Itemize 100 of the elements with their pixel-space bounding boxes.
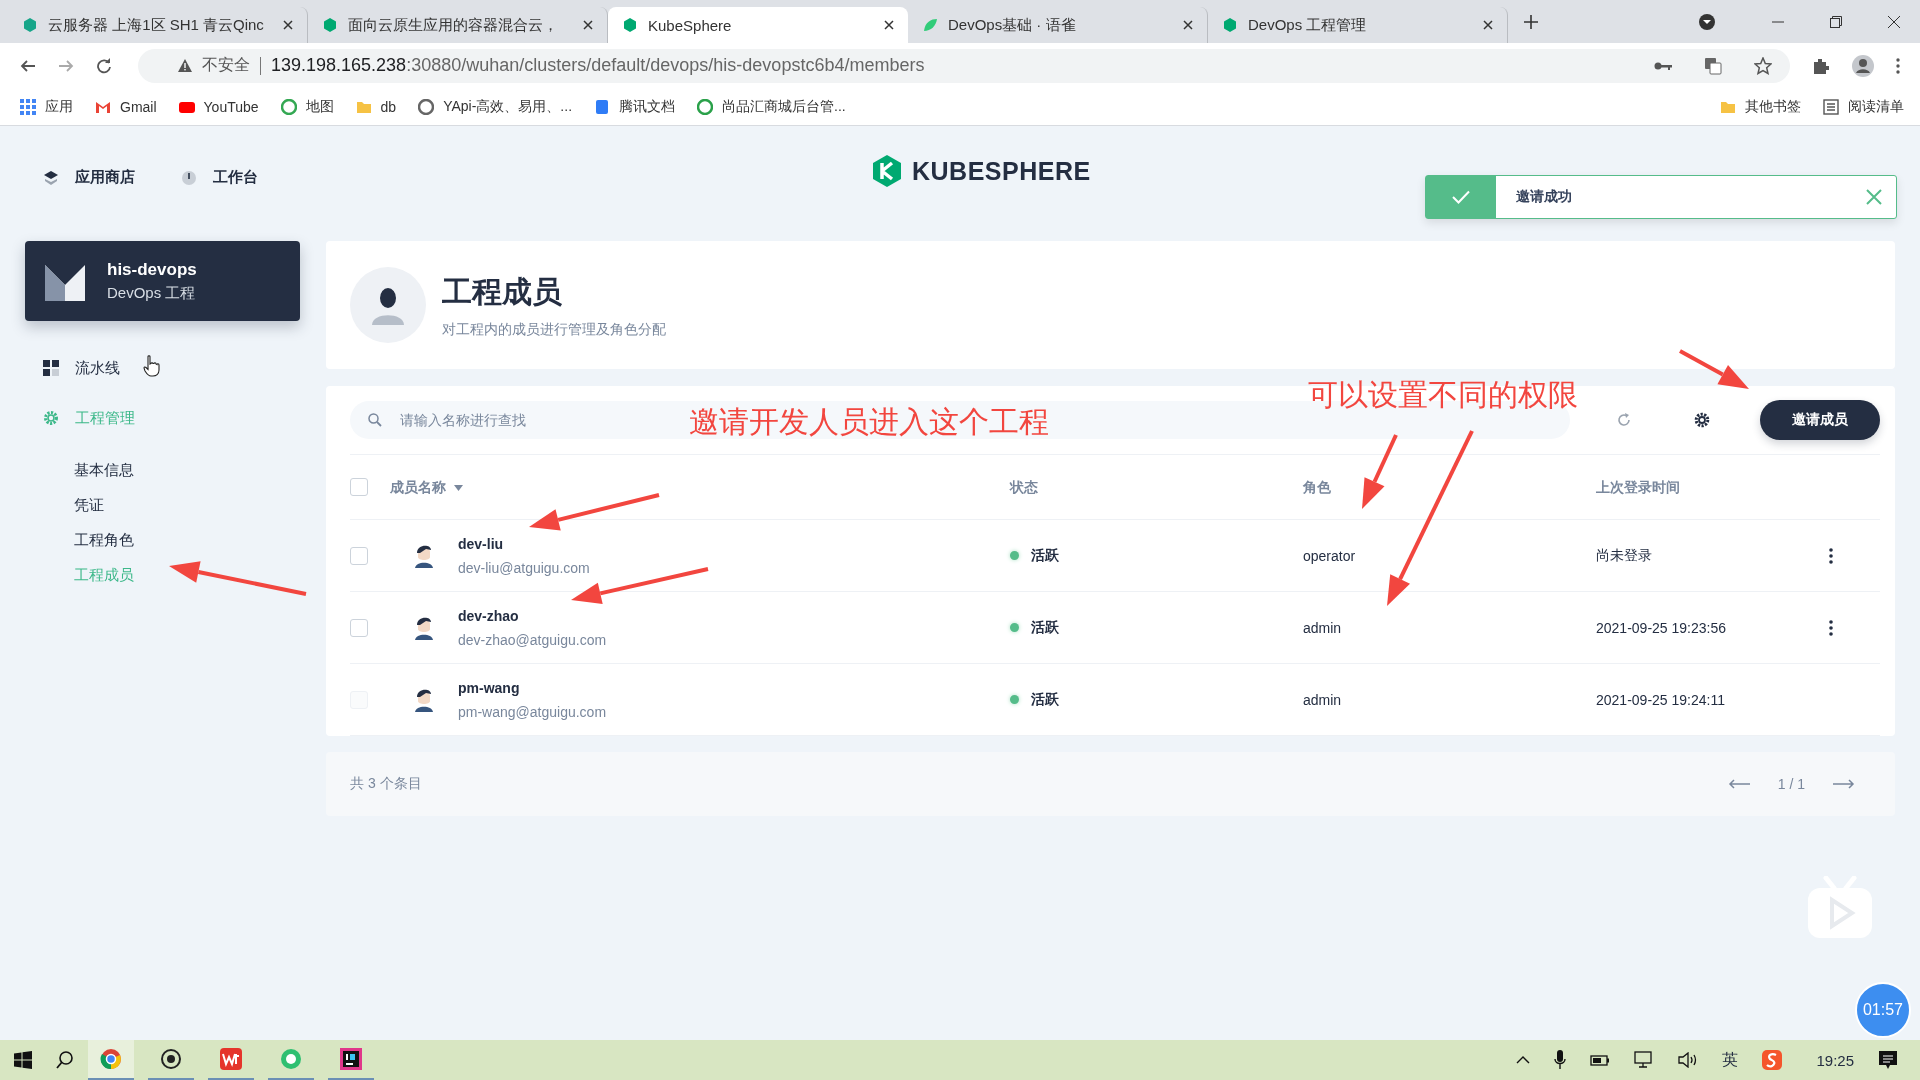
warning-icon xyxy=(178,59,192,72)
arrow-right-icon[interactable] xyxy=(1833,779,1855,789)
hexagon-icon xyxy=(322,17,338,33)
profile-icon[interactable] xyxy=(1852,54,1874,77)
bookmark[interactable]: db xyxy=(355,98,397,115)
hexagon-icon xyxy=(870,154,904,188)
clock[interactable]: 19:25 xyxy=(1816,1051,1854,1069)
checkbox[interactable] xyxy=(350,618,368,637)
notification-icon[interactable] xyxy=(1878,1050,1898,1070)
microphone-icon[interactable] xyxy=(1554,1050,1567,1070)
sidebar-subitem[interactable]: 凭证 xyxy=(25,488,300,523)
bookmark[interactable]: 地图 xyxy=(280,97,334,116)
member-email: dev-liu@atguigu.com xyxy=(458,559,590,576)
total-count: 共 3 个条目 xyxy=(350,775,422,793)
puzzle-icon[interactable] xyxy=(1812,56,1830,75)
windows-icon[interactable] xyxy=(14,1051,32,1069)
column-header: 上次登录时间 xyxy=(1596,478,1680,497)
status-text: 活跃 xyxy=(1031,690,1059,709)
grid-icon xyxy=(20,98,36,115)
more-icon[interactable] xyxy=(1829,619,1833,636)
restore-icon[interactable] xyxy=(1830,15,1842,28)
hexagon-icon xyxy=(622,17,638,33)
status-text: 活跃 xyxy=(1031,546,1059,565)
grid-icon xyxy=(43,360,59,376)
search-icon xyxy=(368,413,382,427)
status-dot xyxy=(1010,695,1019,704)
column-header[interactable]: 成员名称 xyxy=(390,478,463,497)
user-icon xyxy=(350,267,426,343)
browser-tab[interactable]: KubeSphere xyxy=(608,7,908,43)
close-icon[interactable] xyxy=(1483,20,1493,30)
input-method-indicator[interactable]: 英 xyxy=(1722,1049,1739,1071)
plus-icon[interactable] xyxy=(1524,14,1538,29)
volume-icon[interactable] xyxy=(1678,1052,1699,1068)
bookmark[interactable]: 阅读清单 xyxy=(1823,97,1904,116)
star-icon[interactable] xyxy=(1754,56,1772,75)
member-name: dev-liu xyxy=(458,535,505,552)
url-text: 139.198.165.238:30880/wuhan/clusters/default/devops/his-devopstc6b4/members xyxy=(271,55,925,76)
bookmark-icon xyxy=(697,98,714,115)
sidebar-item[interactable]: 流水线 xyxy=(25,353,300,383)
sogou-icon[interactable] xyxy=(1762,1050,1783,1070)
network-icon[interactable] xyxy=(1634,1051,1655,1069)
invite-button[interactable]: 邀请成员 xyxy=(1760,400,1880,440)
dropdown-icon[interactable] xyxy=(1698,12,1716,31)
page-title: 工程成员 xyxy=(442,273,563,310)
chevron-up-icon[interactable] xyxy=(1516,1056,1531,1064)
reload-icon[interactable] xyxy=(96,57,112,74)
caret-icon xyxy=(454,484,463,491)
bookmark[interactable]: 其他书签 xyxy=(1720,97,1801,116)
checkbox[interactable] xyxy=(350,546,368,565)
logo[interactable]: KUBESPHERE xyxy=(870,154,1091,188)
member-name: dev-zhao xyxy=(458,607,520,624)
battery-icon[interactable] xyxy=(1590,1053,1611,1067)
close-icon[interactable] xyxy=(283,20,293,30)
role-text: admin xyxy=(1303,619,1342,636)
project-card[interactable]: his-devops DevOps 工程 xyxy=(25,241,300,321)
member-name: pm-wang xyxy=(458,679,521,696)
status-dot xyxy=(1010,551,1019,560)
close-icon[interactable] xyxy=(1183,20,1193,30)
status-text: 活跃 xyxy=(1031,618,1059,637)
annotation-text: 邀请开发人员进入这个工程 xyxy=(689,404,1049,440)
bookmark[interactable]: Gmail xyxy=(95,98,157,115)
column-header: 状态 xyxy=(1010,478,1038,497)
member-email: dev-zhao@atguigu.com xyxy=(458,631,607,648)
role-text: admin xyxy=(1303,691,1342,708)
refresh-icon[interactable] xyxy=(1616,412,1632,428)
avatar-icon xyxy=(414,687,434,712)
back-icon[interactable] xyxy=(20,57,36,74)
sidebar-subitem[interactable]: 基本信息 xyxy=(25,453,300,488)
bookmark[interactable]: 腾讯文档 xyxy=(594,97,676,116)
close-icon[interactable] xyxy=(1888,15,1900,28)
last-login-text: 2021-09-25 19:23:56 xyxy=(1596,619,1726,636)
leaf-icon xyxy=(922,17,938,33)
bookmark-icon xyxy=(594,98,611,115)
key-icon[interactable] xyxy=(1654,60,1672,71)
menu-icon[interactable] xyxy=(1896,57,1900,74)
address-bar[interactable]: 不安全 139.198.165.238:30880/wuhan/clusters/default/devops/his-devopstc6b4/members xyxy=(138,48,1790,83)
bookmark[interactable]: 尚品汇商城后台管... xyxy=(697,97,846,116)
bookmark[interactable]: 应用 xyxy=(20,97,73,116)
last-login-text: 尚未登录 xyxy=(1596,547,1652,563)
arrow-left-icon[interactable] xyxy=(1727,779,1750,789)
security-label: 不安全 xyxy=(202,55,250,75)
office-icon xyxy=(220,1048,242,1070)
close-icon[interactable] xyxy=(583,20,593,30)
gauge-icon xyxy=(181,169,197,186)
hand-cursor-icon xyxy=(143,355,161,377)
translate-icon[interactable] xyxy=(1704,56,1722,75)
nav-link[interactable]: 工作台 xyxy=(181,168,258,187)
bookmark[interactable]: YouTube xyxy=(178,98,259,115)
nav-link[interactable]: 应用商店 xyxy=(43,168,135,187)
search-icon[interactable] xyxy=(56,1051,74,1069)
avatar-icon xyxy=(414,615,434,640)
more-icon[interactable] xyxy=(1829,547,1833,564)
bookmark[interactable]: YApi-高效、易用、... xyxy=(418,97,573,116)
status-dot xyxy=(1010,623,1019,632)
checkbox[interactable] xyxy=(350,478,368,496)
close-icon[interactable] xyxy=(884,20,894,30)
app-icon xyxy=(280,1048,302,1070)
list-icon xyxy=(1823,98,1839,115)
settings-icon[interactable] xyxy=(1694,412,1710,428)
sidebar-subitem[interactable]: 工程角色 xyxy=(25,523,300,558)
